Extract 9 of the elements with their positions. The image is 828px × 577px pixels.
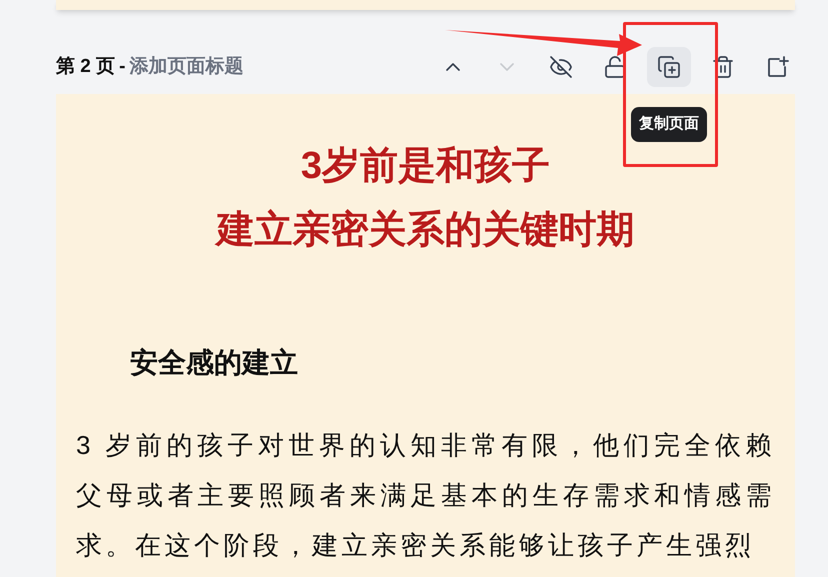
page-title: 3岁前是和孩子: [300, 144, 550, 189]
body-paragraph: 3 岁前的孩子对世界的认知非常有限，他们完全依赖父母或者主要照顾者来满足基本的生存需求和情感需求。在这个阶段，建立亲密关系能够让孩子产生强烈: [76, 429, 775, 562]
tooltip: 复制页面: [631, 107, 707, 142]
page-title: 建立亲密关系的关键时期: [216, 208, 634, 253]
separator: -: [119, 54, 126, 79]
section-heading: 安全感的建立: [130, 346, 299, 380]
copy-page-button[interactable]: [647, 47, 691, 87]
page-number: 第 2 页: [56, 54, 116, 79]
page-title-placeholder[interactable]: 添加页面标题: [129, 52, 244, 82]
